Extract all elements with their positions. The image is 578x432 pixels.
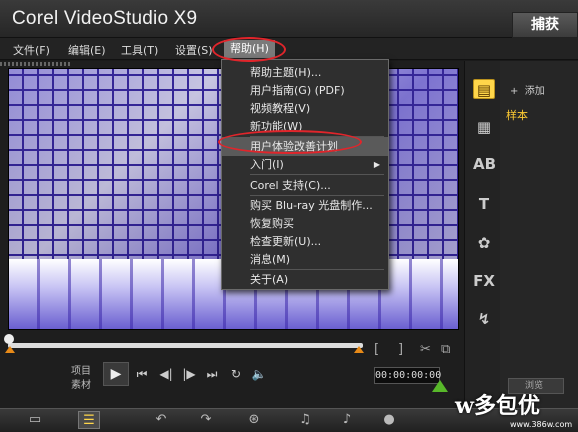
mark-in-button[interactable]: [ bbox=[374, 342, 379, 357]
previous-frame-icon[interactable]: ◀| bbox=[156, 364, 176, 384]
menu-item-whats-new[interactable]: 新功能(W) bbox=[222, 117, 388, 136]
next-frame-icon[interactable]: |▶ bbox=[179, 364, 199, 384]
path-icon[interactable]: ↯ bbox=[473, 309, 495, 329]
auto-music-icon[interactable]: ♪ bbox=[336, 411, 358, 429]
split-clip-icon[interactable]: ✂ bbox=[420, 342, 431, 357]
menu-tools[interactable]: 工具(T) bbox=[121, 42, 158, 58]
trim-marker-out[interactable] bbox=[354, 346, 364, 353]
menu-item-about[interactable]: 关于(A) bbox=[222, 270, 388, 289]
watermark-url: www.386w.com bbox=[510, 420, 573, 429]
menu-item-getting-started[interactable]: 入门(I) ▶ bbox=[222, 155, 388, 174]
capture-tab[interactable]: 捕获 bbox=[512, 12, 578, 38]
media-library-icon[interactable]: ▤ bbox=[473, 79, 495, 99]
title-icon[interactable]: T bbox=[473, 194, 495, 214]
timeline-view-icon[interactable]: ☰ bbox=[78, 411, 100, 429]
menu-item-messages[interactable]: 消息(M) bbox=[222, 250, 388, 269]
trim-marker-in[interactable] bbox=[5, 346, 15, 353]
add-folder-button[interactable]: + 添加 bbox=[510, 82, 545, 97]
storyboard-view-icon[interactable]: ▭ bbox=[24, 411, 46, 429]
menu-file[interactable]: 文件(F) bbox=[13, 42, 50, 58]
menu-item-restore-purchase[interactable]: 恢复购买 bbox=[222, 214, 388, 233]
repeat-icon[interactable]: ↻ bbox=[226, 364, 246, 384]
watermark-text: w多包优 bbox=[455, 393, 540, 419]
home-icon[interactable]: ⏮ bbox=[132, 364, 152, 384]
mode-clip[interactable]: 素材 bbox=[71, 376, 91, 391]
motion-tracking-icon[interactable]: ● bbox=[378, 411, 400, 429]
sound-mixer-icon[interactable]: ♫ bbox=[294, 411, 316, 429]
record-capture-icon[interactable]: ⊛ bbox=[243, 411, 265, 429]
transition-icon[interactable]: AB bbox=[473, 154, 496, 174]
filter-icon[interactable]: FX bbox=[473, 271, 495, 291]
menu-help[interactable]: 帮助(H) bbox=[224, 40, 275, 58]
library-category-bar: ▤ ▦ AB T ✿ FX ↯ bbox=[464, 61, 500, 413]
menu-settings[interactable]: 设置(S) bbox=[175, 42, 213, 58]
scrubber-track[interactable] bbox=[8, 343, 363, 348]
instant-project-icon[interactable]: ▦ bbox=[473, 117, 495, 137]
panel-grip[interactable] bbox=[0, 62, 70, 66]
menu-item-help-topics[interactable]: 帮助主题(H)... bbox=[222, 63, 388, 82]
menu-bar: 文件(F) 编辑(E) 工具(T) 设置(S) 帮助(H) bbox=[0, 38, 578, 60]
end-icon[interactable]: ⏭ bbox=[202, 364, 222, 384]
scrubber-handle[interactable] bbox=[4, 334, 14, 344]
graphic-icon[interactable]: ✿ bbox=[473, 233, 495, 253]
play-button[interactable]: ▶ bbox=[103, 362, 129, 386]
help-menu-dropdown: 帮助主题(H)... 用户指南(G) (PDF) 视频教程(V) 新功能(W) … bbox=[221, 59, 389, 290]
enlarge-preview-icon[interactable]: ⧉ bbox=[441, 342, 450, 357]
watermark-logo-icon bbox=[432, 380, 448, 392]
menu-edit[interactable]: 编辑(E) bbox=[68, 42, 106, 58]
menu-item-check-updates[interactable]: 检查更新(U)... bbox=[222, 232, 388, 251]
title-bar: Corel VideoStudio X9 捕获 bbox=[0, 0, 578, 38]
mode-project[interactable]: 项目 bbox=[71, 362, 91, 377]
menu-item-video-tutorials[interactable]: 视频教程(V) bbox=[222, 99, 388, 118]
mark-out-button[interactable]: ] bbox=[398, 342, 403, 357]
volume-icon[interactable]: 🔈 bbox=[249, 364, 269, 384]
menu-item-user-guide[interactable]: 用户指南(G) (PDF) bbox=[222, 81, 388, 100]
menu-item-experience-program[interactable]: 用户体验改善计划 bbox=[222, 137, 388, 156]
undo-icon[interactable]: ↶ bbox=[150, 411, 172, 429]
sample-folder[interactable]: 样本 bbox=[506, 107, 528, 123]
menu-item-buy-bluray[interactable]: 购买 Blu-ray 光盘制作... bbox=[222, 196, 388, 215]
menu-separator bbox=[250, 174, 384, 175]
redo-icon[interactable]: ↷ bbox=[195, 411, 217, 429]
submenu-arrow-icon: ▶ bbox=[373, 160, 380, 169]
timecode-display[interactable]: 00:00:00:00 bbox=[374, 367, 441, 384]
menu-item-corel-support[interactable]: Corel 支持(C)... bbox=[222, 176, 388, 195]
app-title: Corel VideoStudio X9 bbox=[12, 8, 198, 29]
add-label: 添加 bbox=[524, 86, 545, 97]
